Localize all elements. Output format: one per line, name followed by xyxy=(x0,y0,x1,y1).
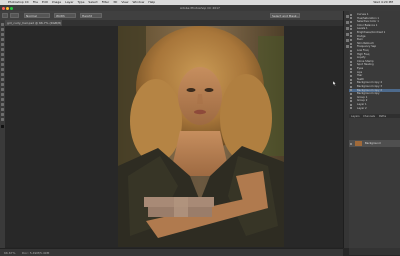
healing-brush-tool-icon[interactable] xyxy=(1,53,4,56)
dodge-tool-icon[interactable] xyxy=(1,88,4,91)
visibility-eye-icon[interactable] xyxy=(350,85,352,88)
document-info[interactable]: Doc: 5.49M/5.49M xyxy=(22,251,49,255)
cursor-icon xyxy=(333,81,337,86)
visibility-eye-icon[interactable] xyxy=(350,92,352,95)
visibility-eye-icon[interactable] xyxy=(350,13,352,16)
portrait-photo xyxy=(118,26,284,247)
select-and-mask-button[interactable]: Select and Mask... xyxy=(270,13,300,18)
lasso-tool-icon[interactable] xyxy=(1,33,4,36)
path-select-tool-icon[interactable] xyxy=(1,103,4,106)
visibility-eye-icon[interactable] xyxy=(350,142,352,145)
visibility-eye-icon[interactable] xyxy=(350,67,352,70)
zoom-tool-icon[interactable] xyxy=(1,118,4,121)
visibility-eye-icon[interactable] xyxy=(350,64,352,67)
eraser-tool-icon[interactable] xyxy=(1,73,4,76)
brush-tool-icon[interactable] xyxy=(1,58,4,61)
style-select[interactable]: Normal xyxy=(24,13,50,18)
visibility-eye-icon[interactable] xyxy=(350,56,352,59)
visibility-eye-icon[interactable] xyxy=(350,107,352,110)
visibility-eye-icon[interactable] xyxy=(350,53,352,56)
visibility-eye-icon[interactable] xyxy=(350,100,352,103)
visibility-eye-icon[interactable] xyxy=(350,60,352,63)
type-tool-icon[interactable] xyxy=(1,98,4,101)
quick-select-tool-icon[interactable] xyxy=(1,38,4,41)
width-field[interactable]: Width xyxy=(54,13,76,18)
eyedropper-tool-icon[interactable] xyxy=(1,48,4,51)
background-layer-row[interactable]: Background xyxy=(349,140,400,147)
layer-controls xyxy=(349,118,400,138)
visibility-eye-icon[interactable] xyxy=(350,96,352,99)
visibility-eye-icon[interactable] xyxy=(350,35,352,38)
layer-name: Layer 2 xyxy=(357,106,367,110)
layer-row[interactable]: Layer 2 xyxy=(349,107,400,111)
visibility-eye-icon[interactable] xyxy=(350,74,352,77)
hand-tool-icon[interactable] xyxy=(1,113,4,116)
visibility-eye-icon[interactable] xyxy=(350,103,352,106)
visibility-eye-icon[interactable] xyxy=(350,24,352,27)
blur-tool-icon[interactable] xyxy=(1,83,4,86)
visibility-eye-icon[interactable] xyxy=(350,46,352,49)
crop-tool-icon[interactable] xyxy=(1,43,4,46)
marquee-tool-icon[interactable] xyxy=(1,28,4,31)
visibility-eye-icon[interactable] xyxy=(350,28,352,31)
visibility-eye-icon[interactable] xyxy=(350,38,352,41)
visibility-eye-icon[interactable] xyxy=(350,89,352,92)
visibility-eye-icon[interactable] xyxy=(350,82,352,85)
home-icon[interactable] xyxy=(2,13,8,18)
visibility-eye-icon[interactable] xyxy=(350,17,352,20)
visibility-eye-icon[interactable] xyxy=(350,78,352,81)
clone-stamp-tool-icon[interactable] xyxy=(1,63,4,66)
document-image[interactable] xyxy=(118,26,284,247)
layers-footer xyxy=(349,248,400,255)
pen-tool-icon[interactable] xyxy=(1,93,4,96)
tool-preset-icon[interactable] xyxy=(10,13,19,18)
visibility-eye-icon[interactable] xyxy=(350,31,352,34)
zoom-level[interactable]: 66.67% xyxy=(4,251,15,255)
foreground-color-icon[interactable] xyxy=(1,125,4,128)
layer-thumbnail xyxy=(355,141,362,146)
visibility-eye-icon[interactable] xyxy=(350,42,352,45)
move-tool-icon[interactable] xyxy=(1,23,4,26)
visibility-eye-icon[interactable] xyxy=(350,20,352,23)
history-brush-tool-icon[interactable] xyxy=(1,68,4,71)
height-field[interactable]: Height xyxy=(80,13,102,18)
visibility-eye-icon[interactable] xyxy=(350,71,352,74)
gradient-tool-icon[interactable] xyxy=(1,78,4,81)
visibility-eye-icon[interactable] xyxy=(350,49,352,52)
shape-tool-icon[interactable] xyxy=(1,108,4,111)
window-title: Adobe Photoshop CC 2017 xyxy=(180,6,220,10)
layer-name: Background xyxy=(365,142,381,145)
